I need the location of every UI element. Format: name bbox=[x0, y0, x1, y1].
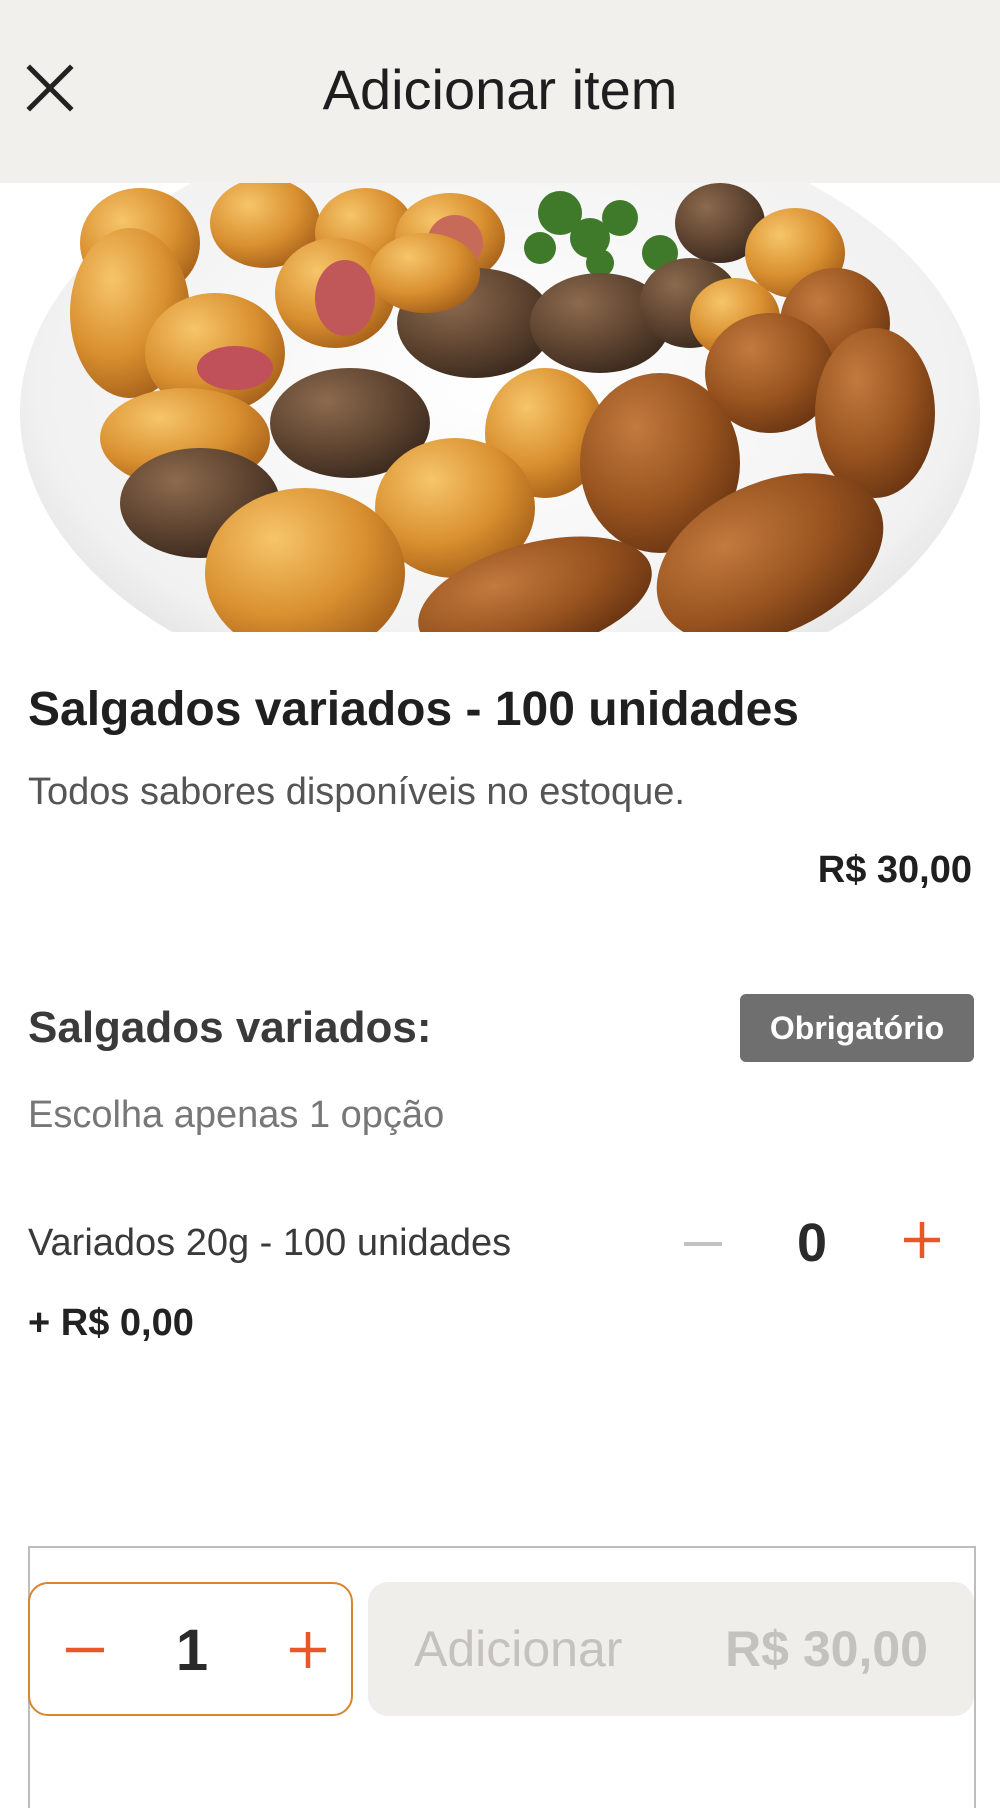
food-photo bbox=[0, 183, 1000, 632]
quantity-increase-button[interactable] bbox=[280, 1622, 336, 1678]
product-price: R$ 30,00 bbox=[817, 849, 972, 891]
product-name: Salgados variados - 100 unidades bbox=[28, 683, 799, 736]
plus-icon bbox=[904, 1222, 940, 1258]
header-bar: Adicionar item bbox=[0, 0, 1000, 183]
add-button-label: Adicionar bbox=[414, 1621, 623, 1677]
option-group-hint: Escolha apenas 1 opção bbox=[28, 1094, 445, 1136]
add-button-total: R$ 30,00 bbox=[725, 1621, 928, 1677]
plus-icon bbox=[290, 1632, 326, 1668]
minus-icon bbox=[66, 1647, 104, 1653]
option-increase-button[interactable] bbox=[894, 1212, 950, 1268]
option-price: + R$ 0,00 bbox=[28, 1302, 194, 1344]
product-image bbox=[0, 183, 1000, 632]
option-label: Variados 20g - 100 unidades bbox=[28, 1222, 512, 1264]
quantity-stepper: 1 bbox=[28, 1582, 353, 1716]
option-quantity: 0 bbox=[796, 1213, 828, 1273]
add-to-cart-button[interactable]: Adicionar R$ 30,00 bbox=[368, 1582, 974, 1716]
required-badge: Obrigatório bbox=[740, 994, 974, 1062]
quantity-decrease-button[interactable] bbox=[58, 1626, 112, 1674]
product-description: Todos sabores disponíveis no estoque. bbox=[28, 771, 685, 813]
option-group-title: Salgados variados: bbox=[28, 1003, 432, 1052]
option-decrease-button[interactable] bbox=[672, 1222, 734, 1266]
page-title: Adicionar item bbox=[322, 58, 678, 121]
quantity-value: 1 bbox=[175, 1618, 209, 1683]
minus-icon bbox=[684, 1242, 722, 1246]
